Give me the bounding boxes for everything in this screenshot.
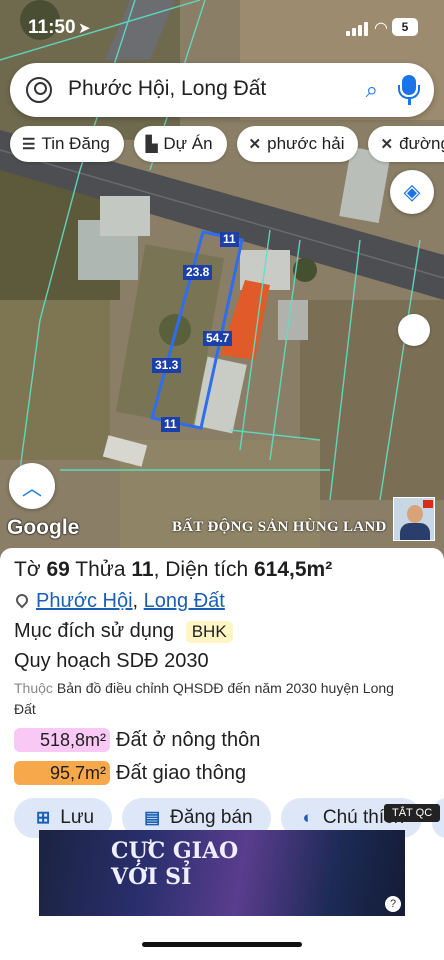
layers-button[interactable]: ◈ <box>390 170 434 214</box>
thua-label: Thửa <box>75 558 126 581</box>
list-icon: ☰ <box>22 136 36 153</box>
tag-icon: ✕ <box>248 136 262 153</box>
plot-edge-label: 11 <box>220 232 239 247</box>
area-type-label: Đất giao thông <box>116 761 247 784</box>
battery-icon: 5 <box>392 18 418 36</box>
compass-button[interactable] <box>398 314 430 346</box>
listing-icon: ▤ <box>144 808 161 827</box>
parcel-title: Tờ 69 Thửa 11, Diện tích 614,5m² <box>14 558 333 581</box>
close-ad-button[interactable]: TẮT QC <box>384 804 441 822</box>
belongs-prefix: Thuộc <box>14 680 53 696</box>
chip-phuoc-hai[interactable]: ✕ phước hải <box>236 126 359 162</box>
ad-text-line: CỰC GIAO <box>111 838 239 864</box>
avatar <box>393 497 435 541</box>
separator: , <box>132 590 139 612</box>
chip-label: Dự Án <box>163 134 213 153</box>
plan-heading: Quy hoạch SDĐ 2030 <box>14 650 209 672</box>
layers-icon: ◈ <box>403 179 421 204</box>
area-type-label: Đất ở nông thôn <box>116 728 261 751</box>
plan-source: Thuộc Bản đồ điều chỉnh QHSDĐ đến năm 203… <box>14 678 418 720</box>
status-time: 11:50 <box>28 17 76 38</box>
chip-label: phước hải <box>267 134 345 153</box>
to-value: 69 <box>46 558 70 581</box>
post-label: Đăng bán <box>170 807 253 828</box>
ad-text-line: VỚI SỈ <box>111 864 192 890</box>
save-label: Lưu <box>60 807 95 828</box>
district-link[interactable]: Long Đất <box>144 590 225 612</box>
account-icon[interactable] <box>26 77 52 103</box>
chip-du-an[interactable]: ▙ Dự Án <box>133 126 227 162</box>
cellular-signal-icon <box>346 22 368 36</box>
belongs-text: Bản đồ điều chỉnh QHSDĐ đến năm 2030 huy… <box>14 680 394 717</box>
status-bar: 11:50 ➤ ◠ 5 <box>0 0 444 54</box>
chip-duong[interactable]: ✕ đường <box>368 126 444 162</box>
ward-link[interactable]: Phước Hội <box>36 590 133 612</box>
chip-label: đường <box>399 134 444 153</box>
ad-info-icon[interactable]: ? <box>385 896 401 912</box>
search-input[interactable]: Phước Hội, Long Đất <box>68 77 266 101</box>
chevron-up-icon: ︿ <box>22 477 42 500</box>
purpose-label: Mục đích sử dụng <box>14 620 175 642</box>
to-label: Tờ <box>14 558 41 581</box>
location-pin-icon <box>13 591 31 609</box>
purpose-code-badge: BHK <box>185 621 233 643</box>
area-label: Diện tích <box>165 558 249 581</box>
microphone-icon[interactable] <box>398 75 420 105</box>
ad-banner[interactable]: CỰC GIAO VỚI SỈ ? <box>39 830 405 916</box>
map-view[interactable]: 11 23.8 54.7 31.3 11 11:50 ➤ ◠ 5 Phước H… <box>0 0 444 560</box>
land-use-purpose: Mục đích sử dụng BHK <box>14 620 233 643</box>
parcel-info-sheet: Tờ 69 Thửa 11, Diện tích 614,5m² Phước H… <box>0 548 444 960</box>
watermark-text: BẤT ĐỘNG SẢN HÙNG LAND <box>172 519 387 535</box>
plot-edge-label: 31.3 <box>152 358 182 373</box>
tag-icon: ✕ <box>380 136 394 153</box>
wifi-icon: ◠ <box>374 20 388 37</box>
area-value-badge: 518,8m² <box>14 728 110 752</box>
area-value-badge: 95,7m² <box>14 761 110 785</box>
ad-text: CỰC GIAO VỚI SỈ <box>111 838 238 890</box>
search-icon[interactable]: ⌕ <box>366 77 378 103</box>
plot-edge-label: 54.7 <box>203 331 233 346</box>
chip-label: Tin Đăng <box>41 134 110 153</box>
building-icon: ▙ <box>145 136 158 153</box>
chip-tin-dang[interactable]: ☰ Tin Đăng <box>10 126 124 162</box>
expand-sheet-button[interactable]: ︿ <box>9 463 55 509</box>
area-row: 518,8m² Đất ở nông thôn <box>14 728 260 752</box>
parcel-location: Phước Hội, Long Đất <box>13 590 225 613</box>
thua-value: 11 <box>131 558 154 581</box>
contrast-icon: ◐ <box>302 808 313 827</box>
filter-chips: ☰ Tin Đăng ▙ Dự Án ✕ phước hải ✕ đường <box>10 126 444 162</box>
area-row: 95,7m² Đất giao thông <box>14 761 246 785</box>
plot-edge-label: 11 <box>161 417 180 432</box>
home-indicator <box>142 942 302 947</box>
plot-edge-label: 23.8 <box>183 265 213 280</box>
area-value: 614,5m² <box>253 558 333 581</box>
bookmark-add-icon: ⊞ <box>36 808 51 827</box>
search-bar[interactable]: Phước Hội, Long Đất ⌕ <box>10 63 434 117</box>
location-arrow-icon: ➤ <box>78 20 91 37</box>
google-logo: Google <box>7 516 80 539</box>
